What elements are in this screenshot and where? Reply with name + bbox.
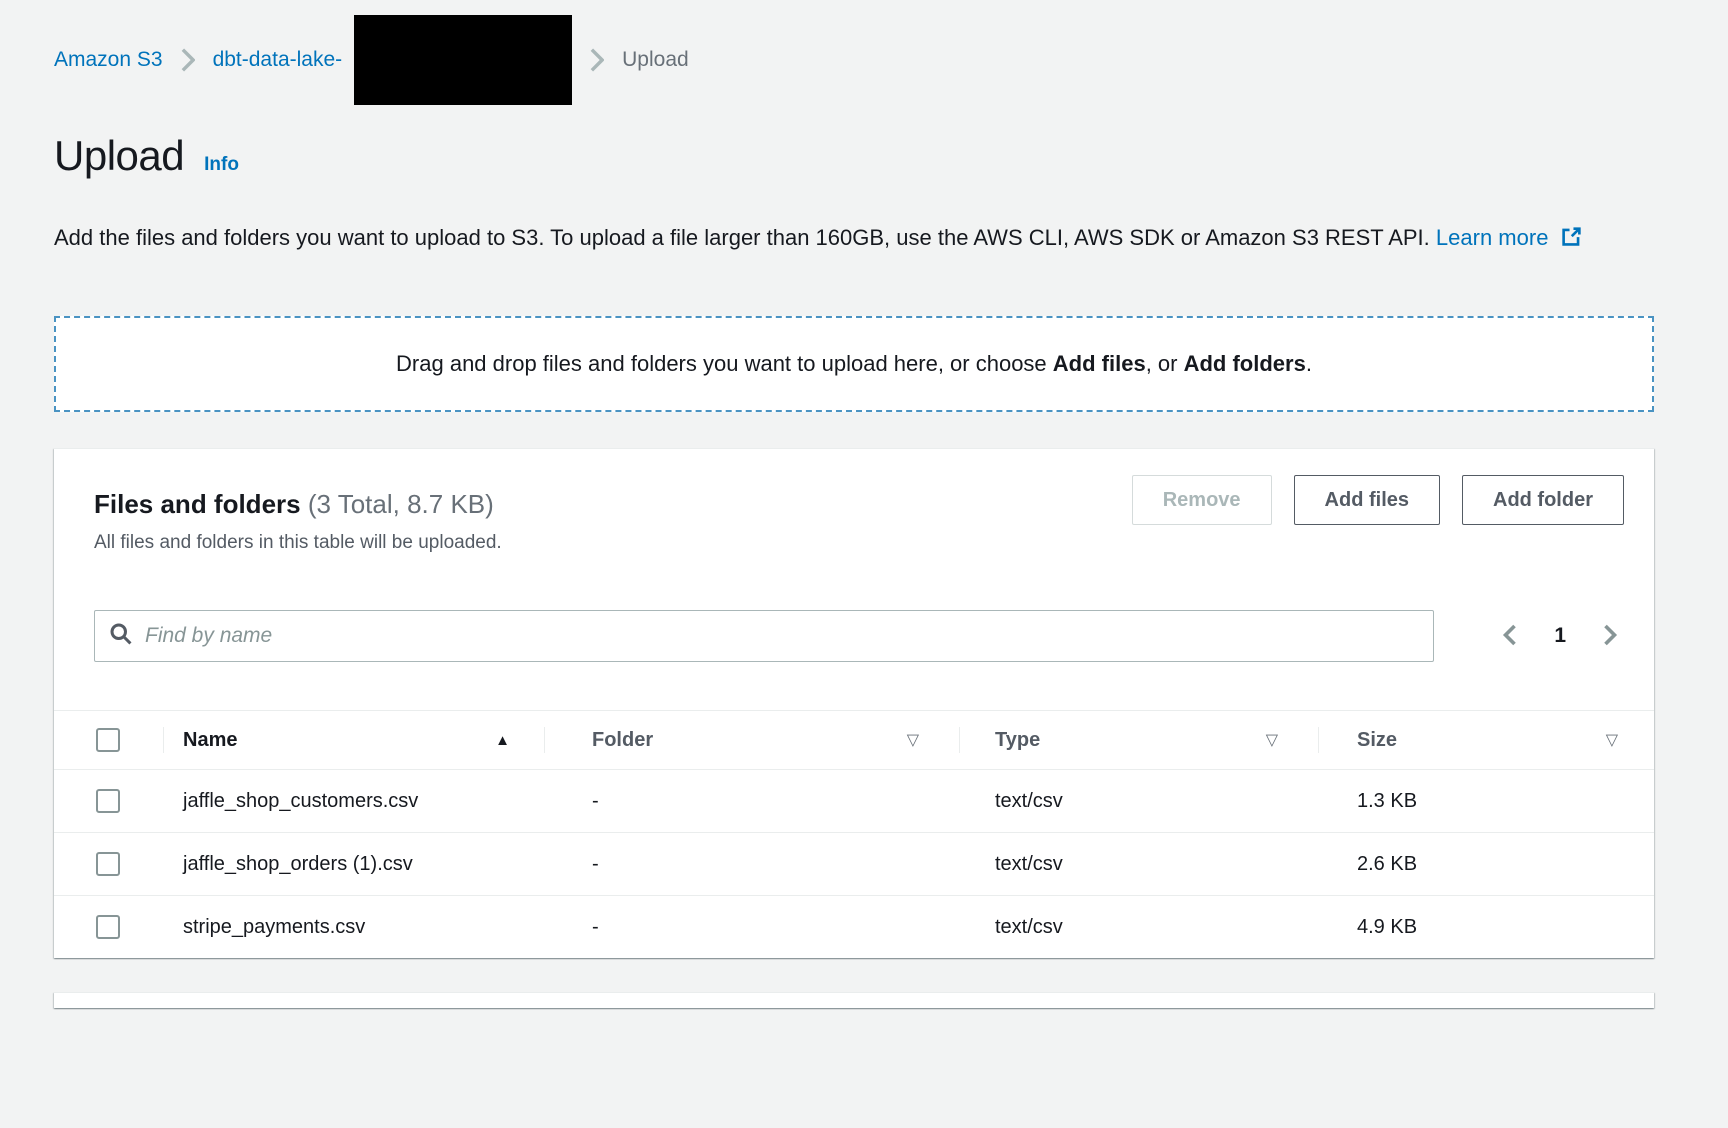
description-text: Add the files and folders you want to up… — [54, 225, 1430, 250]
sort-down-icon: ▽ — [907, 730, 919, 750]
column-header-name[interactable]: Name ▲ — [163, 711, 544, 769]
file-size: 2.6 KB — [1318, 847, 1654, 881]
file-type: text/csv — [959, 784, 1318, 818]
row-checkbox[interactable] — [96, 789, 120, 813]
file-name: jaffle_shop_orders (1).csv — [183, 847, 413, 881]
files-table: Name ▲ Folder ▽ Type ▽ Size ▽ — [54, 710, 1654, 958]
file-name: stripe_payments.csv — [183, 910, 365, 944]
panel-title: Files and folders (3 Total, 8.7 KB) — [94, 475, 502, 520]
dropzone-add-files-label: Add files — [1053, 351, 1146, 376]
search-box — [94, 610, 1434, 662]
add-files-button[interactable]: Add files — [1294, 475, 1440, 525]
panel-count-summary: (3 Total, 8.7 KB) — [308, 489, 494, 519]
file-folder: - — [544, 847, 959, 881]
breadcrumb: Amazon S3 dbt-data-lake- Upload — [54, 0, 1708, 76]
search-input[interactable] — [145, 624, 1419, 648]
dropzone-add-folders-label: Add folders — [1184, 351, 1306, 376]
breadcrumb-amazon-s3[interactable]: Amazon S3 — [54, 48, 163, 72]
chevron-left-icon — [1500, 623, 1520, 650]
panel-actions: Remove Add files Add folder — [1132, 475, 1624, 525]
row-checkbox[interactable] — [96, 915, 120, 939]
external-link-icon — [1561, 222, 1582, 258]
panel-subtitle: All files and folders in this table will… — [94, 532, 502, 554]
breadcrumb-current-upload: Upload — [622, 48, 689, 72]
drag-drop-zone[interactable]: Drag and drop files and folders you want… — [54, 316, 1654, 412]
pagination-current-page[interactable]: 1 — [1554, 624, 1566, 648]
column-header-type[interactable]: Type ▽ — [959, 711, 1318, 769]
file-folder: - — [544, 784, 959, 818]
file-type: text/csv — [959, 910, 1318, 944]
next-panel-edge — [54, 992, 1654, 1008]
remove-button[interactable]: Remove — [1132, 475, 1272, 525]
learn-more-link[interactable]: Learn more — [1436, 225, 1549, 250]
pagination-prev-button[interactable] — [1496, 619, 1524, 654]
info-link[interactable]: Info — [204, 154, 239, 176]
table-row: jaffle_shop_orders (1).csv - text/csv 2.… — [54, 833, 1654, 896]
page-description: Add the files and folders you want to up… — [54, 220, 1654, 258]
add-folder-button[interactable]: Add folder — [1462, 475, 1624, 525]
breadcrumb-bucket-link[interactable]: dbt-data-lake- — [213, 48, 343, 72]
pagination: 1 — [1496, 619, 1624, 654]
chevron-right-icon — [590, 48, 604, 72]
chevron-right-icon — [181, 48, 195, 72]
file-name: jaffle_shop_customers.csv — [183, 784, 418, 818]
row-checkbox[interactable] — [96, 852, 120, 876]
sort-down-icon: ▽ — [1266, 730, 1278, 750]
table-header-row: Name ▲ Folder ▽ Type ▽ Size ▽ — [54, 710, 1654, 770]
file-folder: - — [544, 910, 959, 944]
redacted-bucket-name — [354, 15, 572, 105]
table-row: stripe_payments.csv - text/csv 4.9 KB — [54, 896, 1654, 958]
chevron-right-icon — [1600, 623, 1620, 650]
dropzone-text: Drag and drop files and folders you want… — [396, 351, 1312, 377]
panel-heading: Files and folders (3 Total, 8.7 KB) All … — [94, 475, 502, 554]
sort-down-icon: ▽ — [1606, 730, 1618, 750]
column-header-folder[interactable]: Folder ▽ — [544, 711, 959, 769]
file-size: 1.3 KB — [1318, 784, 1654, 818]
page-header: Upload Info — [54, 132, 1708, 180]
file-size: 4.9 KB — [1318, 910, 1654, 944]
column-header-size[interactable]: Size ▽ — [1318, 711, 1654, 769]
search-icon — [109, 622, 133, 651]
page-title: Upload — [54, 132, 184, 180]
file-type: text/csv — [959, 847, 1318, 881]
sort-ascending-icon: ▲ — [495, 732, 510, 749]
select-all-checkbox[interactable] — [96, 728, 120, 752]
table-row: jaffle_shop_customers.csv - text/csv 1.3… — [54, 770, 1654, 833]
pagination-next-button[interactable] — [1596, 619, 1624, 654]
files-and-folders-panel: Files and folders (3 Total, 8.7 KB) All … — [54, 448, 1654, 958]
